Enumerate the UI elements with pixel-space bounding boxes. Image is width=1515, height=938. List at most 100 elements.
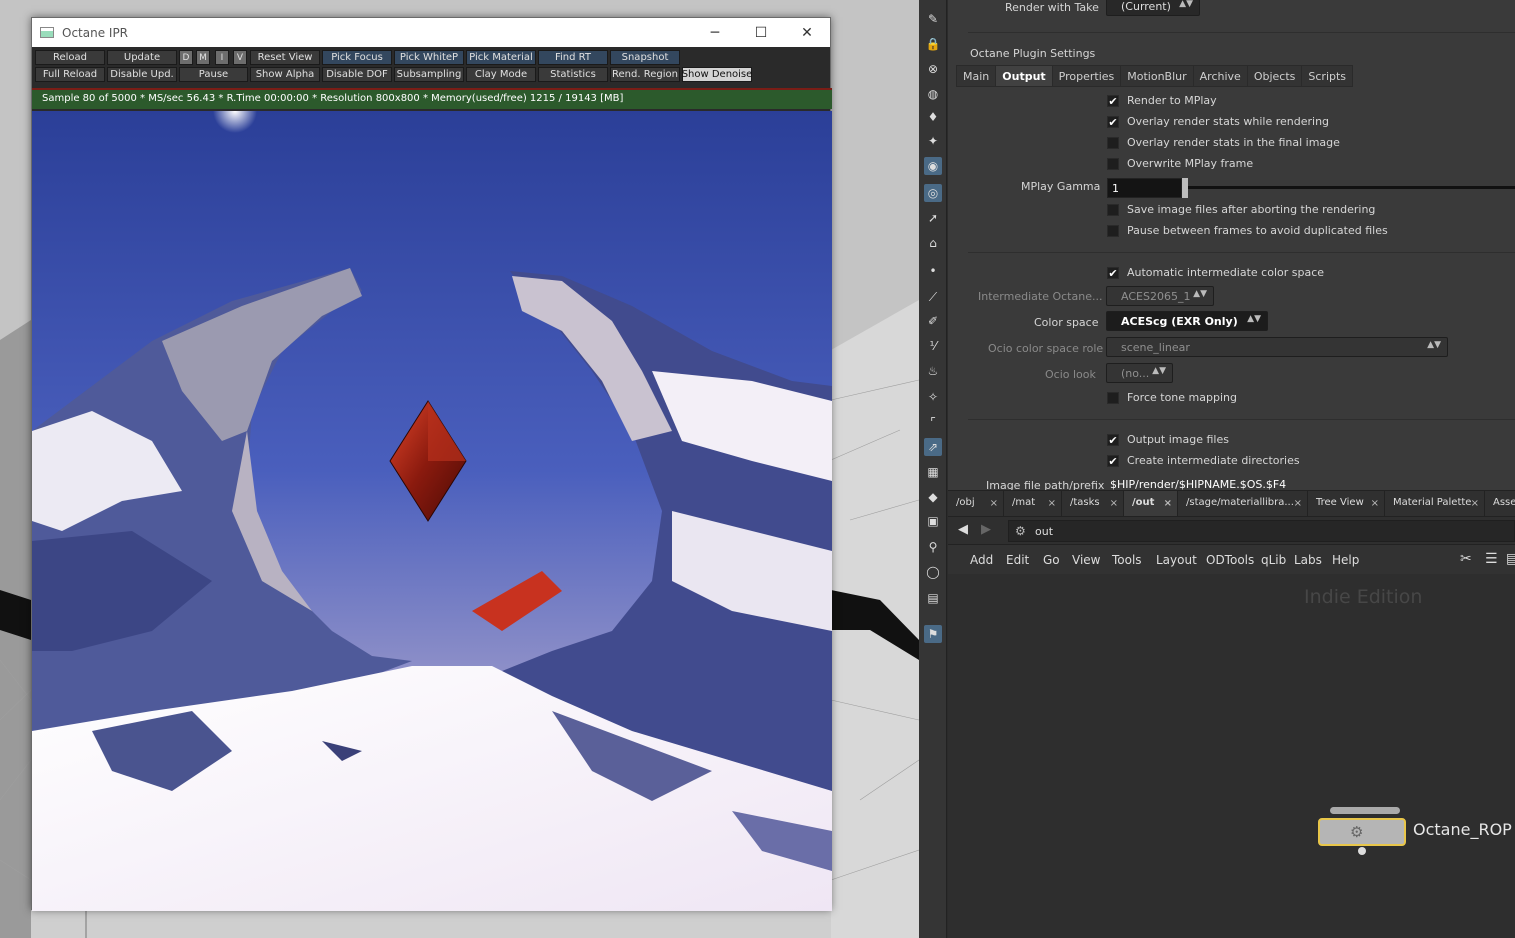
pick-focus-button[interactable]: Pick Focus [322,50,392,65]
disable-dof-button[interactable]: Disable DOF [322,67,392,82]
mplay-gamma-slider-track[interactable] [1188,186,1515,189]
find-rt-button[interactable]: Find RT [538,50,608,65]
color-space-dropdown[interactable]: ACEScg (EXR Only) ▲▼ [1106,311,1268,331]
sphere-icon[interactable]: ◍ [924,85,942,103]
reset-view-button[interactable]: Reset View [250,50,320,65]
snap-icon[interactable]: ⇗ [924,438,942,456]
full-reload-button[interactable]: Full Reload [35,67,105,82]
tree-icon[interactable]: ☰ [1485,551,1498,567]
menu-go[interactable]: Go [1043,553,1060,567]
pick-whitepoint-button[interactable]: Pick WhiteP [394,50,464,65]
magic-icon[interactable]: ✧ [924,388,942,406]
tab-objects[interactable]: Objects [1246,65,1303,87]
clay-mode-button[interactable]: Clay Mode [466,67,536,82]
tab-scripts[interactable]: Scripts [1301,65,1354,87]
camera-orbit-icon[interactable]: ◎ [924,184,942,202]
ocio-look-dropdown[interactable]: (no... ▲▼ [1106,363,1173,383]
close-tab-icon[interactable]: × [1371,498,1379,509]
wrench-icon[interactable]: ✂ [1460,551,1472,567]
brush-icon[interactable]: ⟋ [924,288,942,306]
ocio-role-dropdown[interactable]: scene_linear ▲▼ [1106,337,1448,357]
show-denoise-button[interactable]: Show Denoise [682,67,752,82]
tab-asset[interactable]: Asse [1485,491,1515,517]
network-path-field[interactable]: ⚙ out [1008,520,1515,542]
circle-icon[interactable]: ◯ [924,563,942,581]
list-icon[interactable]: ▤ [1506,551,1515,567]
menu-layout[interactable]: Layout [1156,553,1197,567]
tab-obj[interactable]: /obj × [948,491,1004,517]
render-image[interactable] [32,111,832,911]
disable-update-button[interactable]: Disable Upd. [107,67,177,82]
d-toggle[interactable]: D [179,50,193,65]
select-icon[interactable]: ➚ [924,209,942,227]
render-camera-icon[interactable]: ⌂ [924,234,942,252]
checkbox-pause-between-frames[interactable] [1107,225,1119,237]
light-icon[interactable]: ✦ [924,132,942,150]
tab-tree-view[interactable]: Tree View × [1308,491,1385,517]
tab-motionblur[interactable]: MotionBlur [1120,65,1194,87]
tab-main[interactable]: Main [956,65,997,87]
checkbox-create-dirs[interactable]: ✔ [1107,455,1119,467]
close-tab-icon[interactable]: × [1110,498,1118,509]
render-region-button[interactable]: Rend. Region [610,67,680,82]
number-icon[interactable]: ⅟ [924,337,942,355]
render-with-take-dropdown[interactable]: (Current) ▲▼ [1106,0,1200,16]
location-icon[interactable]: ⚑ [924,625,942,643]
checkbox-output-image-files[interactable]: ✔ [1107,434,1119,446]
tab-out[interactable]: /out × [1124,491,1178,517]
tab-output[interactable]: Output [995,65,1053,87]
reload-button[interactable]: Reload [35,50,105,65]
corner-icon[interactable]: ⌜ [924,413,942,431]
close-tab-icon[interactable]: × [1471,498,1479,509]
tab-properties[interactable]: Properties [1051,65,1122,87]
network-view[interactable]: Indie Edition ⚙ Octane_ROP [948,574,1515,938]
minimize-button[interactable]: ─ [692,18,738,47]
statistics-button[interactable]: Statistics [538,67,608,82]
checker-icon[interactable]: ▦ [924,463,942,481]
tab-archive[interactable]: Archive [1192,65,1248,87]
checkbox-force-tone-mapping[interactable] [1107,392,1119,404]
close-button[interactable]: ✕ [784,18,830,47]
lock-icon[interactable]: 🔒 [924,35,942,53]
menu-qlib[interactable]: qLib [1261,553,1286,567]
image-path-field[interactable]: $HIP/render/$HIPNAME.$OS.$F4 [1110,478,1286,490]
back-arrow-icon[interactable]: ◀ [958,522,968,537]
close-tab-icon[interactable]: × [1294,498,1302,509]
pick-material-button[interactable]: Pick Material [466,50,536,65]
checkbox-overwrite-mplay[interactable] [1107,158,1119,170]
subsampling-button[interactable]: Subsampling [394,67,464,82]
light-bulb-icon[interactable]: ♦ [924,108,942,126]
forward-arrow-icon[interactable]: ▶ [981,522,991,537]
pose-tool-icon[interactable]: ✎ [924,10,942,28]
paint-icon[interactable]: ✐ [924,312,942,330]
update-button[interactable]: Update [107,50,177,65]
menu-tools[interactable]: Tools [1112,553,1142,567]
maximize-button[interactable]: ☐ [738,18,784,47]
menu-odtools[interactable]: ODTools [1206,553,1254,567]
checkbox-overlay-stats-rendering[interactable]: ✔ [1107,116,1119,128]
tab-tasks[interactable]: /tasks × [1062,491,1124,517]
checkbox-overlay-stats-final[interactable] [1107,137,1119,149]
i-toggle[interactable]: I [215,50,229,65]
snapshot-button[interactable]: Snapshot [610,50,680,65]
show-alpha-button[interactable]: Show Alpha [250,67,320,82]
intermediate-dropdown[interactable]: ACES2065_1 ▲▼ [1106,286,1214,306]
camera-active-icon[interactable]: ◉ [924,157,942,175]
point-icon[interactable]: • [924,262,942,280]
diamond-icon[interactable]: ◆ [924,488,942,506]
grid-icon[interactable]: ▣ [924,512,942,530]
menu-help[interactable]: Help [1332,553,1359,567]
mplay-gamma-field[interactable]: 1 [1107,178,1182,198]
octane-rop-node[interactable]: ⚙ [1318,818,1406,846]
tab-mat[interactable]: /mat × [1004,491,1062,517]
close-tab-icon[interactable]: × [1164,498,1172,509]
checkbox-render-to-mplay[interactable]: ✔ [1107,95,1119,107]
close-tab-icon[interactable]: × [1048,498,1056,509]
handle-icon[interactable]: ⊗ [924,60,942,78]
node-flag-bar[interactable] [1330,807,1400,814]
node-output-connector[interactable] [1358,847,1366,855]
menu-edit[interactable]: Edit [1006,553,1029,567]
mplay-gamma-slider-handle[interactable] [1182,178,1188,198]
checkbox-save-after-abort[interactable] [1107,204,1119,216]
fill-icon[interactable]: ♨ [924,362,942,380]
